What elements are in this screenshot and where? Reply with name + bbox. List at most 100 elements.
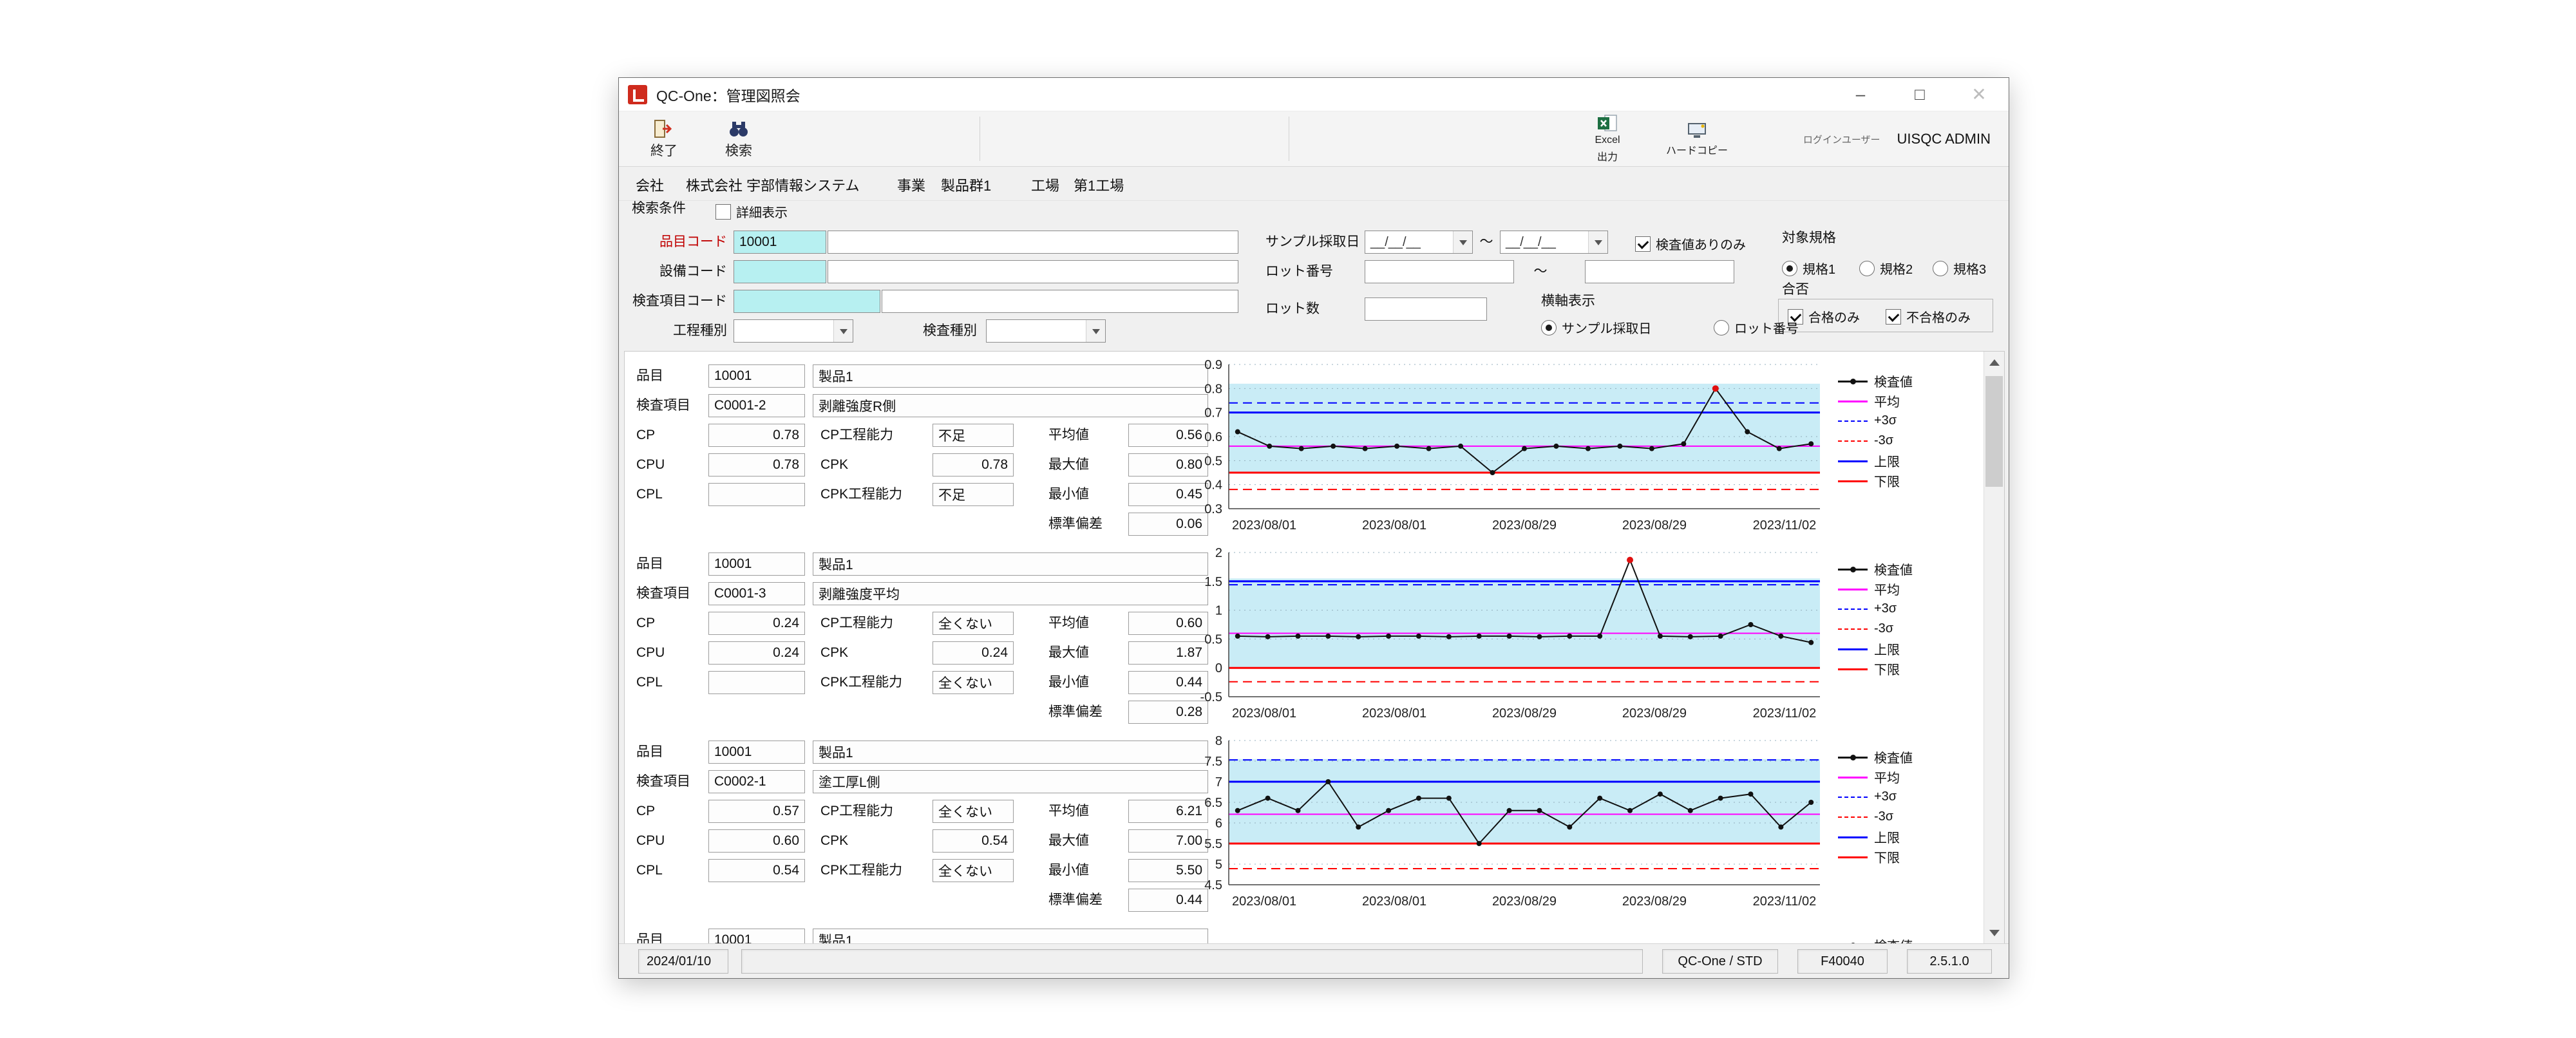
- item-name-input[interactable]: [828, 231, 1238, 254]
- cpl-value-field: [708, 483, 805, 506]
- legend-line-sample: [1838, 455, 1868, 467]
- stddev-label: 標準偏差: [1048, 513, 1103, 536]
- statusbar-message: [741, 949, 1643, 974]
- svg-text:6: 6: [1215, 816, 1222, 831]
- item-code-input[interactable]: 10001: [734, 231, 826, 254]
- item-name-field: 製品1: [813, 741, 1208, 764]
- legend-label: 下限: [1874, 471, 1900, 490]
- spec1-radio[interactable]: 規格1: [1782, 259, 1835, 278]
- legend-item: +3σ: [1838, 411, 1972, 431]
- lot-count-label: ロット数: [1265, 297, 1320, 321]
- vertical-scrollbar[interactable]: [1984, 352, 2004, 944]
- cpl-value-field: 0.54: [708, 859, 805, 882]
- hardcopy-icon: [1686, 122, 1708, 140]
- item-name-field: 製品1: [813, 364, 1208, 388]
- pass-only-label: 合格のみ: [1808, 307, 1860, 326]
- legend-label: +3σ: [1874, 789, 1897, 804]
- inspection-item-code-input[interactable]: [734, 290, 880, 313]
- scroll-down-button[interactable]: [1984, 922, 2004, 944]
- spec2-radio[interactable]: 規格2: [1859, 259, 1913, 278]
- detail-display-label: 詳細表示: [736, 202, 788, 221]
- fail-only-checkbox[interactable]: 不合格のみ: [1886, 307, 1971, 326]
- cpk-ability-label: CPK工程能力: [820, 671, 902, 694]
- equipment-code-input[interactable]: [734, 260, 826, 283]
- legend-label: 検査値: [1874, 372, 1913, 390]
- svg-text:7: 7: [1215, 775, 1222, 789]
- scroll-up-button[interactable]: [1984, 352, 2004, 373]
- cp-ability-field: 不足: [933, 424, 1014, 447]
- spec3-radio[interactable]: 規格3: [1933, 259, 1986, 278]
- detail-display-checkbox[interactable]: 詳細表示: [715, 202, 788, 221]
- svg-text:5.5: 5.5: [1204, 837, 1222, 851]
- legend-line-sample: [1838, 643, 1868, 655]
- inspection-result-panel: 品目 10001 製品1 検査項目 C0002-1 塗工厚L側 CP 0.57 …: [636, 738, 1976, 916]
- legend-item: +3σ: [1838, 599, 1972, 619]
- only-with-value-checkbox[interactable]: 検査値ありのみ: [1635, 234, 1746, 253]
- svg-text:2023/08/01: 2023/08/01: [1232, 706, 1296, 721]
- cpu-value-field: 0.60: [708, 829, 805, 853]
- x-axis-sample-radio[interactable]: サンプル採取日: [1541, 318, 1651, 337]
- cpk-label: CPK: [820, 829, 848, 853]
- min-label: 最小値: [1048, 859, 1089, 882]
- legend-label: 下限: [1874, 659, 1900, 678]
- business-label: 事業: [897, 175, 925, 195]
- legend-label: +3σ: [1874, 601, 1897, 616]
- cpk-ability-field: 全くない: [933, 859, 1014, 882]
- chevron-down-icon: [1453, 231, 1472, 253]
- x-axis-display-label: 横軸表示: [1541, 290, 1595, 313]
- item-code-field: 10001: [708, 741, 805, 764]
- lot-count-input[interactable]: [1365, 297, 1487, 321]
- pass-fail-groupbox: 合格のみ 不合格のみ: [1778, 299, 1993, 332]
- lot-number-to-input[interactable]: [1585, 260, 1734, 283]
- item-label: 品目: [636, 741, 663, 764]
- cpu-value-field: 0.78: [708, 453, 805, 477]
- lot-number-from-input[interactable]: [1365, 260, 1514, 283]
- exit-label: 終了: [650, 140, 677, 160]
- control-chart: 0.30.40.50.60.70.80.92023/08/012023/08/0…: [1184, 358, 1828, 538]
- radio-circle: [1541, 320, 1557, 335]
- equipment-code-label: 設備コード: [619, 260, 727, 283]
- sample-date-to-select[interactable]: __/__/__: [1500, 231, 1608, 254]
- svg-text:2023/08/01: 2023/08/01: [1232, 518, 1296, 533]
- svg-text:6.5: 6.5: [1204, 796, 1222, 810]
- legend-label: 平均: [1874, 580, 1900, 598]
- maximize-button[interactable]: □: [1890, 78, 1949, 111]
- results-area: 品目 10001 製品1 検査項目 C0001-2 剥離強度R側 CP 0.78…: [624, 351, 2005, 945]
- inspection-item-name-input[interactable]: [882, 290, 1238, 313]
- legend-label: -3σ: [1874, 809, 1893, 824]
- scrollbar-thumb[interactable]: [1985, 376, 2003, 487]
- sample-date-from-select[interactable]: __/__/__: [1365, 231, 1473, 254]
- svg-text:2023/08/29: 2023/08/29: [1492, 894, 1557, 909]
- process-type-select[interactable]: [734, 319, 853, 343]
- legend-line-sample: [1838, 811, 1868, 823]
- svg-text:2023/08/01: 2023/08/01: [1362, 894, 1426, 909]
- legend-label: 上限: [1874, 451, 1900, 470]
- toolbar: 終了 検索 Excel 出力: [619, 111, 2009, 167]
- pass-fail-label: 合否: [1782, 278, 1809, 301]
- cp-ability-label: CP工程能力: [820, 800, 893, 823]
- search-label: 検索: [725, 140, 752, 160]
- login-user-name: UISQC ADMIN: [1897, 131, 1991, 147]
- exit-button[interactable]: 終了: [634, 114, 694, 164]
- sample-date-label: サンプル採取日: [1265, 231, 1359, 254]
- inspection-type-select[interactable]: [986, 319, 1106, 343]
- app-window: QC-One：管理図照会 – □ ✕ 終了 検索: [618, 77, 2009, 979]
- company-value: 株式会社 宇部情報システム: [686, 175, 859, 195]
- search-button[interactable]: 検索: [709, 114, 768, 164]
- chevron-down-icon: [833, 320, 853, 342]
- legend-item: 上限: [1838, 451, 1972, 471]
- svg-text:0.8: 0.8: [1204, 382, 1222, 396]
- item-label: 品目: [636, 364, 663, 388]
- x-axis-lot-radio[interactable]: ロット番号: [1714, 318, 1799, 337]
- legend-line-sample: [1838, 623, 1868, 635]
- legend-label: 平均: [1874, 768, 1900, 786]
- close-button[interactable]: ✕: [1949, 78, 2009, 111]
- hardcopy-button[interactable]: ハードコピー: [1652, 114, 1742, 164]
- equipment-name-input[interactable]: [828, 260, 1238, 283]
- legend-line-sample: [1838, 475, 1868, 487]
- process-type-label: 工程種別: [619, 319, 727, 343]
- only-with-value-label: 検査値ありのみ: [1656, 234, 1746, 253]
- minimize-button[interactable]: –: [1831, 78, 1890, 111]
- inspection-code-field: C0002-1: [708, 770, 805, 793]
- excel-export-button[interactable]: Excel 出力: [1572, 114, 1643, 164]
